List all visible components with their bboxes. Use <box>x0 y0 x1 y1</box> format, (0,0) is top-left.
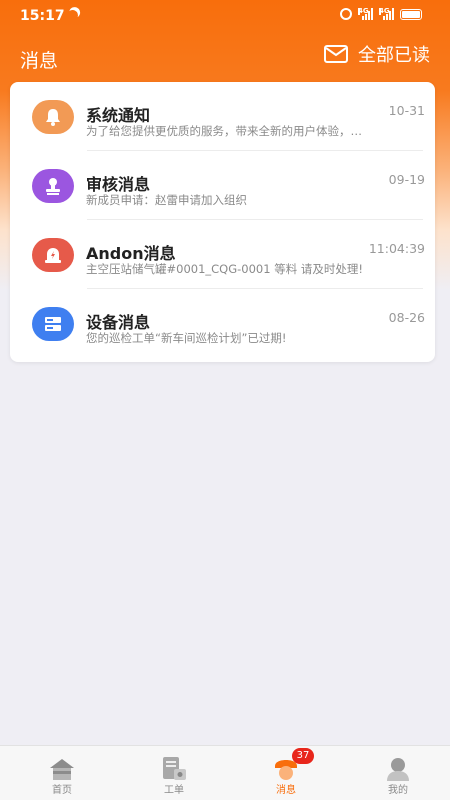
message-list: 系统通知 10-31 为了给您提供更优质的服务，带来全新的用户体验，… 审核消息… <box>10 82 435 362</box>
message-time: 08-26 <box>388 310 425 325</box>
status-icons: 4G 4G <box>340 8 422 20</box>
tab-profile[interactable]: 我的 <box>342 746 450 800</box>
message-time: 11:04:39 <box>368 241 425 256</box>
work-order-icon <box>160 756 188 782</box>
tab-messages[interactable]: 37 消息 <box>230 746 342 800</box>
message-item-system[interactable]: 系统通知 10-31 为了给您提供更优质的服务，带来全新的用户体验，… <box>10 82 435 151</box>
message-preview: 为了给您提供更优质的服务，带来全新的用户体验，… <box>86 124 362 138</box>
status-time: 15:17 <box>20 8 65 24</box>
tab-label: 我的 <box>388 785 408 796</box>
tab-label: 消息 <box>276 785 296 796</box>
mark-all-read-label: 全部已读 <box>358 45 430 66</box>
signal-icon: 4G <box>358 8 373 20</box>
tab-label: 工单 <box>164 785 184 796</box>
battery-icon <box>400 8 422 20</box>
message-item-andon[interactable]: Andon消息 11:04:39 主空压站储气罐#0001_CQG-0001 等… <box>10 220 435 289</box>
profile-icon <box>384 756 412 782</box>
mark-all-read-button[interactable]: 全部已读 <box>324 41 430 67</box>
status-bar: 15:17 4G 4G <box>0 0 450 30</box>
message-preview: 您的巡检工单“新车间巡检计划”已过期! <box>86 331 287 345</box>
message-preview: 新成员申请：赵雷申请加入组织 <box>86 193 247 207</box>
stamp-icon <box>32 169 74 203</box>
envelope-icon <box>324 45 348 63</box>
bell-icon <box>32 100 74 134</box>
tab-home[interactable]: 首页 <box>6 746 118 800</box>
alarm-lamp-icon <box>32 238 74 272</box>
moon-icon <box>65 8 79 22</box>
device-icon <box>32 307 74 341</box>
tab-bar: 首页 工单 37 消息 我的 <box>0 745 450 800</box>
message-item-device[interactable]: 设备消息 08-26 您的巡检工单“新车间巡检计划”已过期! <box>10 289 435 358</box>
message-time: 10-31 <box>388 103 425 118</box>
message-preview: 主空压站储气罐#0001_CQG-0001 等料 请及时处理! <box>86 262 363 276</box>
message-time: 09-19 <box>388 172 425 187</box>
unread-badge: 37 <box>292 748 314 764</box>
signal-icon: 4G <box>379 8 394 20</box>
message-item-review[interactable]: 审核消息 09-19 新成员申请：赵雷申请加入组织 <box>10 151 435 220</box>
tab-label: 首页 <box>52 785 72 796</box>
app-header: 消息 全部已读 <box>0 38 450 78</box>
page-title: 消息 <box>20 50 59 72</box>
alarm-icon <box>340 8 352 20</box>
home-icon <box>48 756 76 782</box>
tab-work-order[interactable]: 工单 <box>118 746 230 800</box>
